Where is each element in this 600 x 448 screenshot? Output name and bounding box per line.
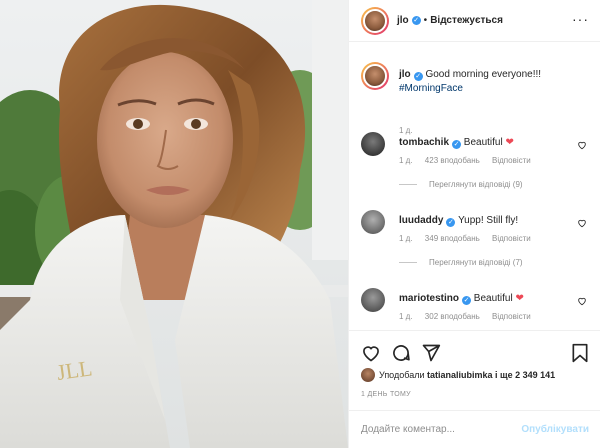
reply-button[interactable]: Відповісти	[492, 312, 531, 321]
heart-emoji: ❤	[515, 293, 524, 304]
commenter-avatar[interactable]	[361, 132, 385, 156]
view-replies-button[interactable]: Переглянути відповіді (7)	[399, 258, 523, 267]
author-username[interactable]: jlo	[397, 15, 409, 26]
likes-prefix: Уподобали	[379, 370, 425, 380]
svg-text:JLL: JLL	[55, 355, 94, 385]
comment-text: tombachik ✓ Beautiful ❤	[399, 136, 569, 149]
verified-badge-icon: ✓	[446, 218, 456, 227]
reply-button[interactable]: Відповісти	[492, 234, 531, 243]
caption-text: jlo ✓ Good morning everyone!!! #MorningFa…	[399, 68, 589, 96]
more-options-icon[interactable]: ···	[572, 12, 589, 26]
comment-time: 1 д.	[399, 156, 413, 165]
likes-summary: Уподобали tatianaliubimka і ще 2 349 141	[361, 368, 555, 382]
likes-count[interactable]: і ще 2 349 141	[495, 370, 555, 380]
like-comment-heart-icon[interactable]	[577, 218, 587, 228]
comment-meta: 1 д. 302 вподобань Відповісти	[399, 312, 541, 321]
comment-username[interactable]: luudaddy	[399, 215, 443, 226]
caption-body: Good morning everyone!!!	[425, 69, 542, 80]
comment-likes[interactable]: 349 вподобань	[425, 234, 480, 243]
comment-username[interactable]: tombachik	[399, 137, 449, 148]
comment-input[interactable]	[361, 424, 522, 435]
save-bookmark-icon[interactable]	[571, 343, 589, 363]
comment-time: 1 д.	[399, 234, 413, 243]
comments-section: jlo ✓ Good morning everyone!!! #MorningFa…	[349, 42, 600, 330]
like-comment-heart-icon[interactable]	[577, 296, 587, 306]
comment-likes[interactable]: 423 вподобань	[425, 156, 480, 165]
post-panel: jlo ✓ • Відстежується ··· jlo ✓ Good morn…	[348, 0, 600, 448]
likes-user[interactable]: tatianaliubimka	[427, 370, 493, 380]
reply-button[interactable]: Відповісти	[492, 156, 531, 165]
caption-time: 1 д.	[399, 126, 413, 135]
commenter-avatar[interactable]	[361, 288, 385, 312]
comment-body: Beautiful	[473, 293, 513, 304]
post-header: jlo ✓ • Відстежується ···	[349, 0, 600, 42]
verified-badge-icon: ✓	[452, 140, 462, 149]
comment-bubble-icon[interactable]	[391, 343, 411, 363]
heart-emoji: ❤	[505, 137, 514, 148]
comment-meta: 1 д. 349 вподобань Відповісти	[399, 234, 541, 243]
like-heart-icon[interactable]	[361, 343, 381, 363]
comment-time: 1 д.	[399, 312, 413, 321]
comment-username[interactable]: mariotestino	[399, 293, 459, 304]
comment-text: luudaddy ✓ Yupp! Still fly!	[399, 214, 569, 227]
separator-dot: •	[423, 15, 428, 26]
comment-body: Yupp! Still fly!	[458, 215, 519, 226]
verified-badge-icon: ✓	[413, 72, 423, 81]
author-avatar[interactable]	[361, 6, 389, 35]
verified-badge-icon: ✓	[411, 16, 421, 25]
verified-badge-icon: ✓	[462, 296, 472, 305]
selfie-illustration: JLL	[0, 0, 348, 448]
post-photo[interactable]: JLL	[0, 0, 348, 448]
caption-username[interactable]: jlo	[399, 69, 411, 80]
comment-body: Beautiful	[463, 137, 503, 148]
publish-button[interactable]: Опублікувати	[521, 424, 589, 435]
comment-text: mariotestino ✓ Beautiful ❤	[399, 292, 569, 305]
caption-avatar[interactable]	[361, 62, 389, 90]
like-comment-heart-icon[interactable]	[577, 140, 587, 150]
follow-status-button[interactable]: Відстежується	[430, 15, 503, 26]
share-paper-plane-icon[interactable]	[421, 343, 441, 363]
add-comment-bar: Опублікувати	[349, 410, 600, 448]
comment-meta: 1 д. 423 вподобань Відповісти	[399, 156, 541, 165]
caption-hashtag[interactable]: #MorningFace	[399, 83, 463, 94]
commenter-avatar[interactable]	[361, 210, 385, 234]
comment-likes[interactable]: 302 вподобань	[425, 312, 480, 321]
action-bar	[349, 330, 600, 372]
liker-avatar[interactable]	[361, 368, 375, 382]
view-replies-button[interactable]: Переглянути відповіді (9)	[399, 180, 523, 189]
post-date: 1 ДЕНЬ ТОМУ	[361, 391, 411, 398]
